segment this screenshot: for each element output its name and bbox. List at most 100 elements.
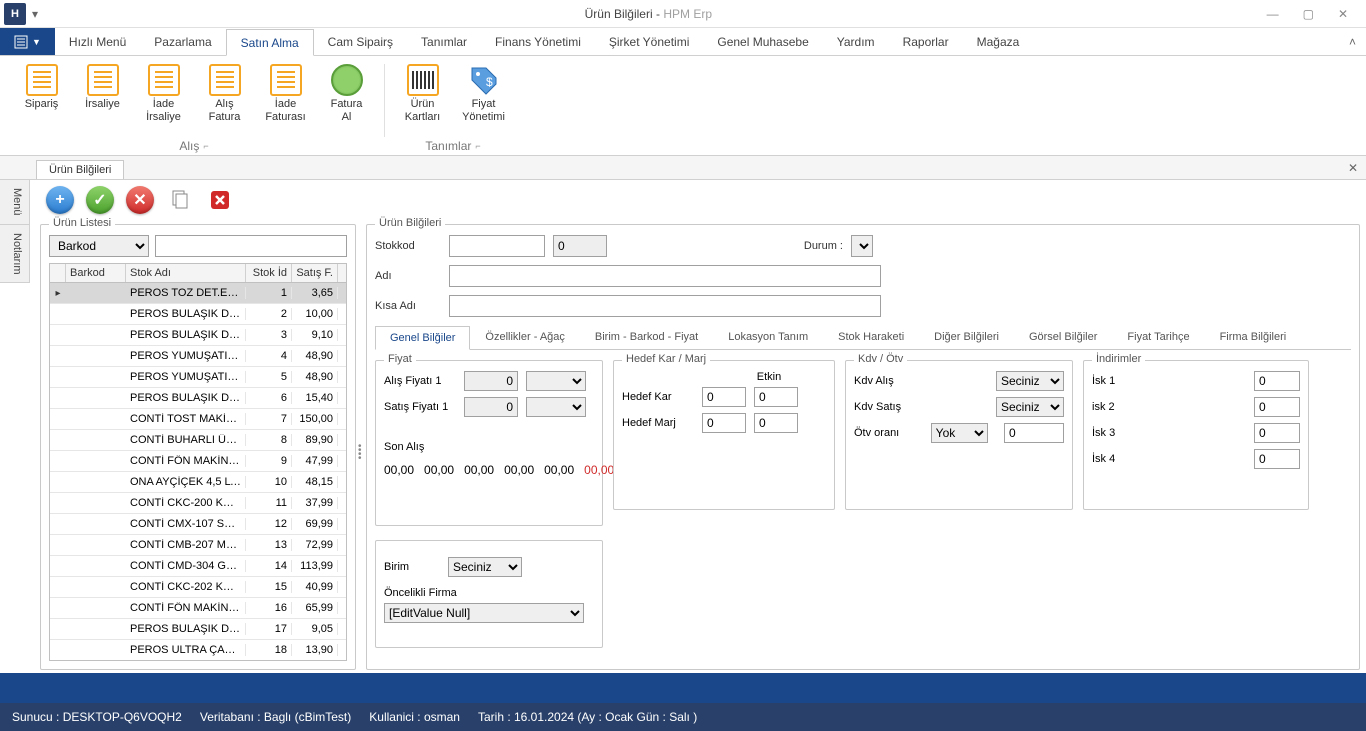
side-tab-menu[interactable]: Menü [0, 180, 29, 225]
ribbon-button[interactable]: İrsaliye [75, 60, 130, 124]
table-row[interactable]: PEROS ULTRA ÇAMA… 18 13,90 [50, 640, 346, 660]
hedef-marj-etkin-input[interactable] [754, 413, 798, 433]
ribbon-button[interactable]: İadeFaturası [258, 60, 313, 124]
iskonto-input[interactable] [1254, 449, 1300, 469]
label-birim: Birim [384, 561, 440, 573]
table-row[interactable]: PEROS BULAŞIK DET… 2 10,00 [50, 304, 346, 325]
table-row[interactable]: PEROS YUMUŞATICI … 5 48,90 [50, 367, 346, 388]
alis-fiyati-input[interactable] [464, 371, 518, 391]
ribbon-button[interactable]: Sipariş [14, 60, 69, 124]
menu-tab[interactable]: Hızlı Menü [55, 28, 140, 55]
kdv-alis-select[interactable]: Seciniz [996, 371, 1064, 391]
delete-button[interactable] [206, 186, 234, 214]
stokkod-side-input[interactable] [553, 235, 607, 257]
cancel-button[interactable]: ✕ [126, 186, 154, 214]
table-row[interactable]: CONTİ FÖN MAKİNA… 9 47,99 [50, 451, 346, 472]
detail-tab[interactable]: Firma Bilğileri [1205, 325, 1302, 349]
otv-orani-select[interactable]: Yok [931, 423, 988, 443]
table-row[interactable]: CONTİ CKC-202 KEYİ… 15 40,99 [50, 577, 346, 598]
stokkod-input[interactable] [449, 235, 545, 257]
menu-tab[interactable]: Finans Yönetimi [481, 28, 595, 55]
ribbon-button[interactable]: AlışFatura [197, 60, 252, 124]
detail-tab[interactable]: Birim - Barkod - Fiyat [580, 325, 713, 349]
table-row[interactable]: ONA AYÇİÇEK 4,5 LT… 10 48,15 [50, 472, 346, 493]
menu-tab[interactable]: Raporlar [889, 28, 963, 55]
durum-select[interactable] [851, 235, 873, 257]
copy-button[interactable] [166, 186, 194, 214]
table-row[interactable]: PEROS BULAŞIK DET… 17 9,05 [50, 619, 346, 640]
satis-fiyati-unit-select[interactable] [526, 397, 586, 417]
label-satis-fiyati: Satış Fiyatı 1 [384, 401, 456, 413]
ribbon-button[interactable]: FaturaAl [319, 60, 374, 124]
label-iskonto: İsk 3 [1092, 427, 1164, 439]
satis-fiyati-input[interactable] [464, 397, 518, 417]
detail-tab[interactable]: Görsel Bilğiler [1014, 325, 1112, 349]
birim-select[interactable]: Seciniz [448, 557, 522, 577]
iskonto-input[interactable] [1254, 397, 1300, 417]
kdv-satis-select[interactable]: Seciniz [996, 397, 1064, 417]
document-tab-close-icon[interactable]: ✕ [1340, 161, 1366, 175]
hedef-kar-etkin-input[interactable] [754, 387, 798, 407]
table-row[interactable]: ▸ PEROS TOZ DET.ELD… 1 3,65 [50, 283, 346, 304]
iskonto-input[interactable] [1254, 371, 1300, 391]
kisaadi-input[interactable] [449, 295, 881, 317]
menu-tab[interactable]: Yardım [823, 28, 889, 55]
dialog-launcher-icon[interactable]: ⌐ [475, 141, 480, 151]
close-button[interactable]: ✕ [1330, 3, 1356, 25]
maximize-button[interactable]: ▢ [1295, 3, 1322, 25]
group-legend: Hedef Kar / Marj [622, 353, 710, 365]
minimize-button[interactable]: — [1259, 3, 1287, 25]
iskonto-input[interactable] [1254, 423, 1300, 443]
table-row[interactable]: CONTİ TOST MAKİNA… 7 150,00 [50, 409, 346, 430]
splitter-handle[interactable]: •••• [358, 445, 362, 461]
dialog-launcher-icon[interactable]: ⌐ [203, 141, 208, 151]
document-tab[interactable]: Ürün Bilğileri [36, 160, 124, 179]
otv-value-input[interactable] [1004, 423, 1064, 443]
menu-tab[interactable]: Pazarlama [140, 28, 225, 55]
detail-tab[interactable]: Genel Bilğiler [375, 326, 470, 350]
label-kisaadi: Kısa Adı [375, 300, 441, 312]
ribbon-button[interactable]: $FiyatYönetimi [456, 60, 511, 124]
table-row[interactable]: CONTİ BUHARLI ÜTÜ… 8 89,90 [50, 430, 346, 451]
adi-input[interactable] [449, 265, 881, 287]
table-row[interactable]: PEROS BULAŞIK DET… 6 15,40 [50, 388, 346, 409]
detail-tab[interactable]: Lokasyon Tanım [713, 325, 823, 349]
detail-tab[interactable]: Fiyat Tarihçe [1112, 325, 1204, 349]
filter-field-select[interactable]: Barkod [49, 235, 149, 257]
confirm-button[interactable]: ✓ [86, 186, 114, 214]
detail-tab[interactable]: Diğer Bilğileri [919, 325, 1014, 349]
table-row[interactable]: PEROS YUMUŞATICI … 4 48,90 [50, 346, 346, 367]
alis-fiyati-unit-select[interactable] [526, 371, 586, 391]
table-row[interactable]: CONTİ CMB-207 MUL… 13 72,99 [50, 535, 346, 556]
col-stokid[interactable]: Stok İd [246, 264, 292, 282]
side-tab-notlarim[interactable]: Notlarım [0, 225, 29, 284]
ribbon-button[interactable]: ÜrünKartları [395, 60, 450, 124]
add-button[interactable]: + [46, 186, 74, 214]
table-row[interactable]: CONTİ FÖN MAKİNA… 16 65,99 [50, 598, 346, 619]
hedef-marj-input[interactable] [702, 413, 746, 433]
file-menu-button[interactable]: ▼ [0, 28, 55, 55]
table-row[interactable]: CONTİ CKC-200 KEYİ… 11 37,99 [50, 493, 346, 514]
menu-tab[interactable]: Mağaza [963, 28, 1034, 55]
ribbon-collapse-icon[interactable]: ˄ [1339, 28, 1366, 55]
col-stokadi[interactable]: Stok Adı [126, 264, 246, 282]
table-row[interactable]: CONTİ CMD-304 GUS… 14 113,99 [50, 556, 346, 577]
hedef-kar-input[interactable] [702, 387, 746, 407]
product-grid[interactable]: Barkod Stok Adı Stok İd Satış F. ▸ PEROS… [49, 263, 347, 661]
ribbon-button[interactable]: İadeİrsaliye [136, 60, 191, 124]
table-row[interactable]: PEROS BULAŞIK DET… 3 9,10 [50, 325, 346, 346]
hedef-group: Hedef Kar / Marj Etkin Hedef Kar Hedef M… [613, 360, 835, 510]
menu-tab[interactable]: Şirket Yönetimi [595, 28, 703, 55]
oncelikli-firma-select[interactable]: [EditValue Null] [384, 603, 584, 623]
ribbon-tabs: ▼ Hızlı MenüPazarlamaSatın AlmaCam Sipai… [0, 28, 1366, 56]
detail-tab[interactable]: Stok Haraketi [823, 325, 919, 349]
menu-tab[interactable]: Genel Muhasebe [703, 28, 822, 55]
col-barkod[interactable]: Barkod [66, 264, 126, 282]
table-row[interactable]: CONTİ CMX-107 SAF… 12 69,99 [50, 514, 346, 535]
menu-tab[interactable]: Tanımlar [407, 28, 481, 55]
col-satisf[interactable]: Satış F. [292, 264, 338, 282]
detail-tab[interactable]: Özellikler - Ağaç [470, 325, 579, 349]
filter-value-input[interactable] [155, 235, 347, 257]
menu-tab[interactable]: Satın Alma [226, 29, 314, 56]
menu-tab[interactable]: Cam Sipairş [314, 28, 407, 55]
